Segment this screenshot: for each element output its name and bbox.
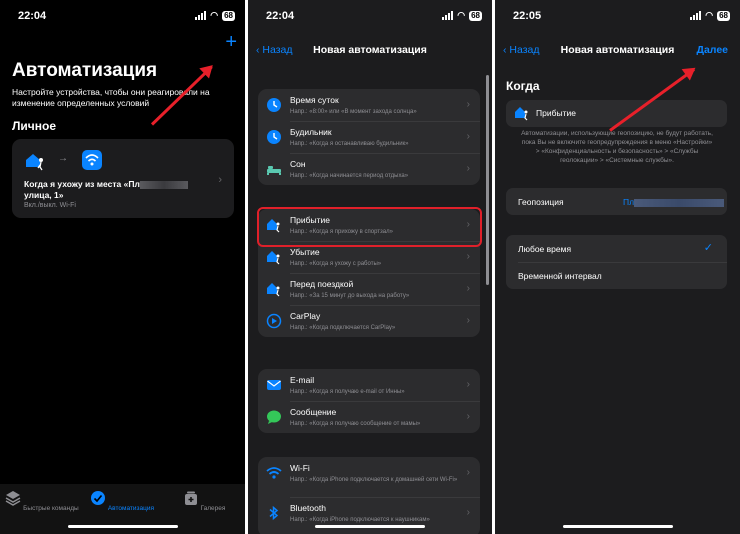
- arrive-icon: [515, 107, 528, 121]
- carplay-icon: [266, 313, 282, 329]
- trigger-row-bluetooth[interactable]: Bluetooth Напр.: «Когда iPhone подключае…: [258, 497, 480, 534]
- battery-icon: 68: [717, 10, 730, 21]
- automation-subtitle: Вкл./выкл. Wi-Fi: [24, 202, 76, 209]
- location-value: Пл: [623, 197, 725, 207]
- commute-icon: [267, 283, 280, 297]
- message-icon: [267, 410, 281, 424]
- trigger-row-wifi[interactable]: Wi-Fi Напр.: «Когда iPhone подключается …: [258, 457, 480, 497]
- chevron-right-icon: ›: [466, 411, 470, 422]
- arrow-right-icon: →: [58, 153, 68, 164]
- trigger-name: Прибытие: [536, 108, 576, 118]
- automation-title: Когда я ухожу из места «Пл улица, 1»: [24, 179, 204, 201]
- battery-icon: 68: [222, 10, 235, 21]
- chevron-right-icon: ›: [466, 163, 470, 174]
- tab-automation[interactable]: Автоматизация: [82, 490, 162, 512]
- chevron-right-icon: ›: [466, 507, 470, 518]
- automation-screen: 22:04 ◠ 68 + Автоматизация Настройте уст…: [0, 0, 245, 534]
- leave-icon: [267, 251, 280, 265]
- section-title: Личное: [12, 119, 57, 133]
- location-row[interactable]: Геопозиция Пл: [506, 188, 727, 215]
- home-indicator: [315, 525, 425, 528]
- mail-icon: [267, 380, 281, 390]
- navigation-bar: ‹ Назад Новая автоматизация: [248, 38, 492, 62]
- option-any-time[interactable]: Любое время: [518, 244, 571, 254]
- status-bar: 22:05 ◠ 68: [495, 8, 740, 24]
- location-warning-note: Автоматизации, использующие геопозицию, …: [521, 130, 713, 164]
- trigger-row-before-commute[interactable]: Перед поездкой Напр.: «За 15 минут до вы…: [258, 273, 480, 305]
- redacted-text: [139, 180, 188, 189]
- trigger-group-time: Время суток Напр.: «8:00» или «В момент …: [258, 89, 480, 185]
- chevron-right-icon: ›: [218, 174, 222, 186]
- signal-icon: [195, 11, 207, 20]
- signal-icon: [690, 11, 702, 20]
- wifi-status-icon: ◠: [210, 10, 219, 20]
- navigation-bar: ‹ Назад Новая автоматизация Далее: [495, 38, 740, 62]
- time-options: Любое время ✓ Временной интервал: [506, 235, 727, 289]
- page-title: Автоматизация: [12, 60, 158, 81]
- status-time: 22:04: [18, 10, 47, 22]
- chevron-right-icon: ›: [466, 283, 470, 294]
- layers-icon: [5, 491, 21, 506]
- chevron-right-icon: ›: [466, 379, 470, 390]
- battery-icon: 68: [469, 10, 482, 21]
- chevron-right-icon: ›: [466, 467, 470, 478]
- tab-shortcuts[interactable]: Быстрые команды: [2, 490, 82, 512]
- status-bar: 22:04 ◠ 68: [248, 8, 492, 24]
- add-automation-button[interactable]: +: [225, 32, 237, 52]
- chevron-right-icon: ›: [466, 131, 470, 142]
- gallery-plus-icon: [184, 491, 197, 505]
- redacted-text: [634, 198, 725, 207]
- trigger-row-email[interactable]: E-mail Напр.: «Когда я получаю e-mail от…: [258, 369, 480, 401]
- trigger-row-sleep[interactable]: Сон Напр.: «Когда начинается период отды…: [258, 153, 480, 185]
- wifi-status-icon: ◠: [705, 10, 714, 20]
- bluetooth-icon: [269, 505, 279, 521]
- trigger-row-time-of-day[interactable]: Время суток Напр.: «8:00» или «В момент …: [258, 89, 480, 121]
- location-label: Геопозиция: [518, 197, 564, 207]
- wifi-status-icon: ◠: [457, 10, 466, 20]
- trigger-group-connectivity: Wi-Fi Напр.: «Когда iPhone подключается …: [258, 457, 480, 534]
- chevron-right-icon: ›: [466, 251, 470, 262]
- trigger-row-carplay[interactable]: CarPlay Напр.: «Когда подключается CarPl…: [258, 305, 480, 337]
- divider: [518, 262, 727, 263]
- nav-title: Новая автоматизация: [313, 44, 427, 56]
- option-time-range[interactable]: Временной интервал: [518, 271, 602, 281]
- automation-card[interactable]: → Когда я ухожу из места «Пл улица, 1» В…: [12, 139, 234, 218]
- next-button[interactable]: Далее: [696, 44, 728, 56]
- chevron-right-icon: ›: [466, 315, 470, 326]
- wifi-app-icon: [82, 150, 102, 170]
- home-indicator: [67, 525, 178, 528]
- status-bar: 22:04 ◠ 68: [0, 8, 245, 24]
- new-automation-screen: 22:04 ◠ 68 ‹ Назад Новая автоматизация В…: [248, 0, 492, 534]
- clock-check-icon: [91, 491, 105, 505]
- arrive-highlight-frame: [257, 207, 482, 247]
- trigger-row-message[interactable]: Сообщение Напр.: «Когда я получаю сообще…: [258, 401, 480, 433]
- home-indicator: [562, 525, 673, 528]
- signal-icon: [442, 11, 454, 20]
- section-heading: Когда: [506, 79, 540, 93]
- trigger-row-alarm[interactable]: Будильник Напр.: «Когда я останавливаю б…: [258, 121, 480, 153]
- leave-home-icon: [26, 154, 43, 171]
- alarm-icon: [267, 130, 281, 144]
- status-time: 22:04: [266, 10, 295, 22]
- status-time: 22:05: [513, 10, 542, 22]
- checkmark-icon: ✓: [703, 242, 713, 254]
- chevron-right-icon: ›: [466, 99, 470, 110]
- page-subtitle: Настройте устройства, чтобы они реагиров…: [12, 87, 210, 108]
- bed-icon: [267, 166, 281, 175]
- scrollbar[interactable]: [486, 75, 489, 285]
- arrive-setup-screen: 22:05 ◠ 68 ‹ Назад Новая автоматизация Д…: [495, 0, 740, 534]
- clock-icon: [267, 98, 281, 112]
- trigger-group-communication: E-mail Напр.: «Когда я получаю e-mail от…: [258, 369, 480, 433]
- wifi-icon: [266, 467, 282, 479]
- tab-gallery[interactable]: Галерея: [164, 490, 244, 512]
